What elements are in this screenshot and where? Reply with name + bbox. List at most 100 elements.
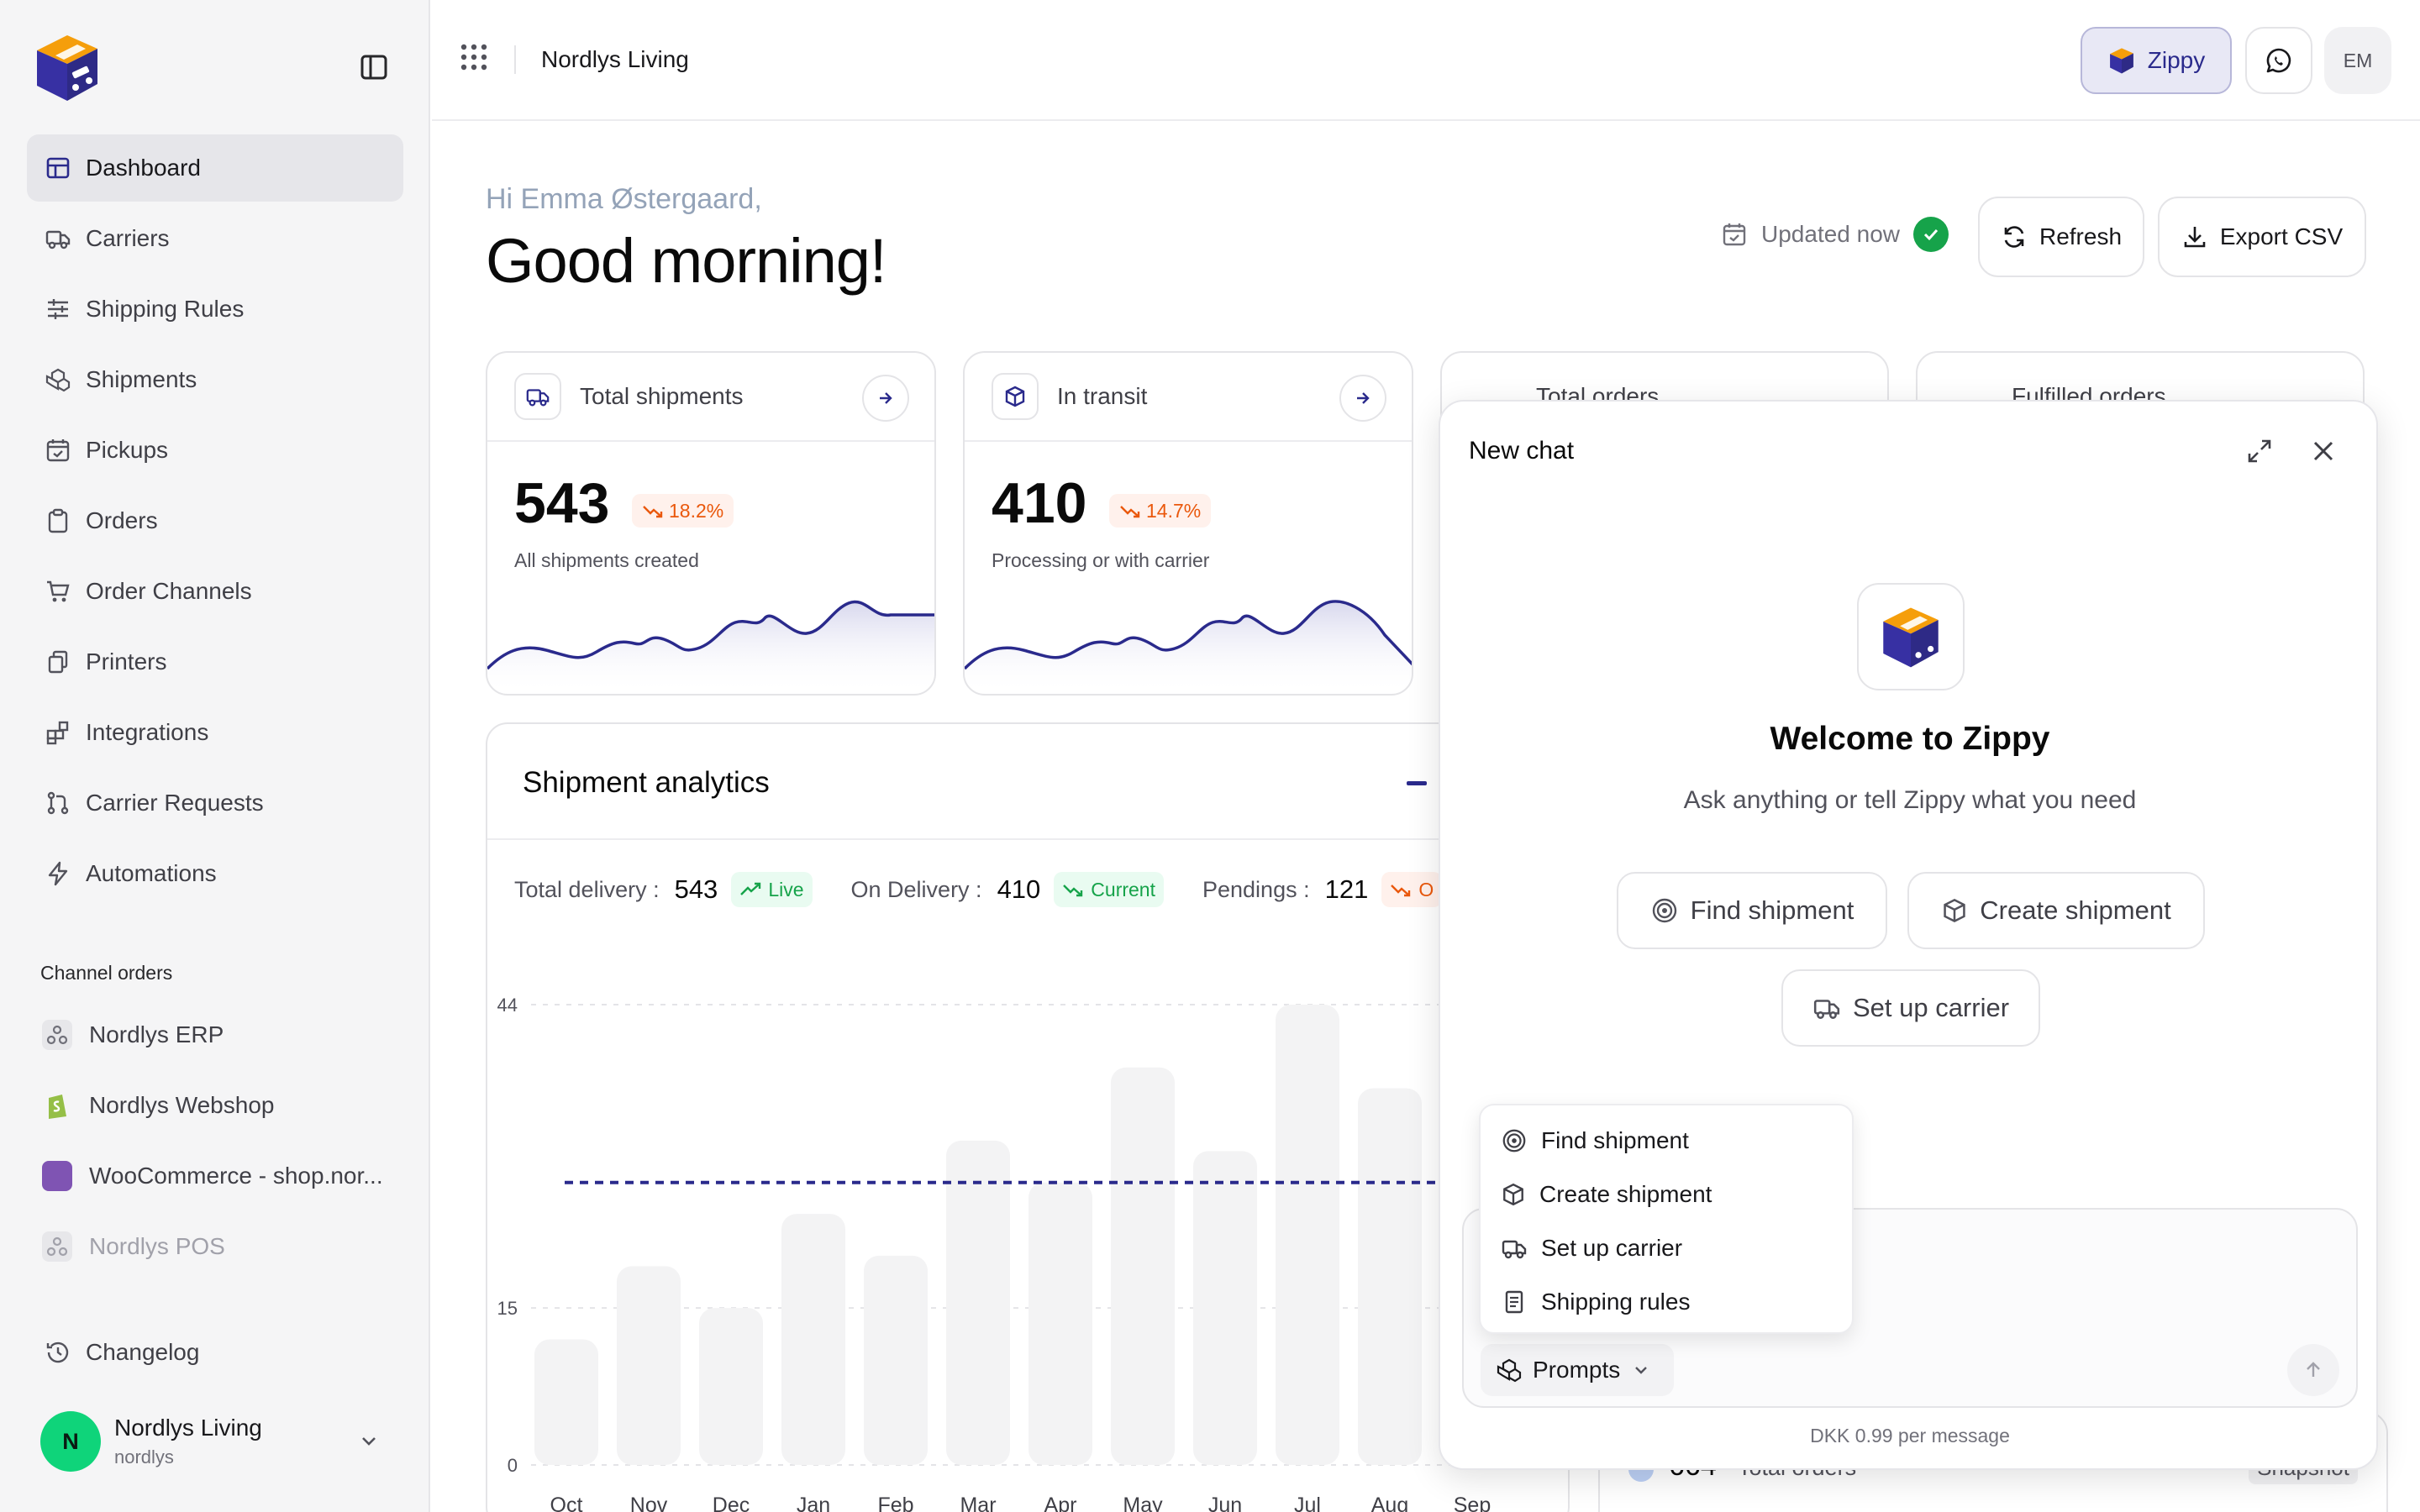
sidebar-item-dashboard[interactable]: Dashboard xyxy=(27,134,403,202)
trend-badge: 18.2% xyxy=(632,494,734,528)
prompts-menu: Find shipment Create shipment Set up car… xyxy=(1479,1104,1854,1334)
woocommerce-icon xyxy=(42,1161,72,1191)
channel-item-nordlys-pos[interactable]: Nordlys POS xyxy=(27,1211,403,1282)
chart-bar xyxy=(1193,1151,1257,1465)
sidebar-item-integrations[interactable]: Integrations xyxy=(27,699,403,766)
chart-bar xyxy=(699,1308,763,1465)
x-tick-label: Aug xyxy=(1371,1494,1408,1512)
close-icon[interactable] xyxy=(2309,437,2338,470)
sidebar-item-order-channels[interactable]: Order Channels xyxy=(27,558,403,625)
sidebar-item-changelog[interactable]: Changelog xyxy=(27,1319,403,1386)
sidebar-item-label: Automations xyxy=(86,860,217,886)
sidebar-item-label: Pickups xyxy=(86,437,169,463)
radar-icon xyxy=(1502,1129,1526,1152)
zippy-button[interactable]: Zippy xyxy=(2081,27,2232,94)
arrow-right-icon[interactable] xyxy=(862,375,909,422)
chat-icon[interactable] xyxy=(2245,27,2312,94)
chart-bar xyxy=(1028,1182,1092,1465)
stat-card-total-shipments[interactable]: Total shipments 543 18.2% All shipments … xyxy=(486,351,936,696)
sidebar-item-label: Carriers xyxy=(86,225,170,251)
boxes-icon xyxy=(44,365,72,394)
updated-label: Updated now xyxy=(1761,221,1901,247)
channel-item-nordlys-webshop[interactable]: Nordlys Webshop xyxy=(27,1070,403,1141)
price-note: DKK 0.99 per message xyxy=(1810,1425,2010,1446)
sidebar-item-carrier-requests[interactable]: Carrier Requests xyxy=(27,769,403,837)
menu-item-find-shipment[interactable]: Find shipment xyxy=(1491,1114,1842,1168)
history-icon xyxy=(44,1338,72,1367)
menu-item-label: Shipping rules xyxy=(1541,1289,1691,1315)
sidebar-item-automations[interactable]: Automations xyxy=(27,840,403,907)
suggestion-find-shipment[interactable]: Find shipment xyxy=(1617,872,1887,949)
chevron-down-icon xyxy=(358,1430,380,1456)
channel-item-woocommerce[interactable]: WooCommerce - shop.nor... xyxy=(27,1141,403,1211)
sidebar-toggle-icon[interactable] xyxy=(360,54,393,82)
cart-icon xyxy=(44,577,72,606)
chart-bar xyxy=(1111,1067,1175,1465)
chart-bar xyxy=(1276,1005,1339,1465)
expand-icon[interactable] xyxy=(2245,437,2274,470)
x-tick-label: Sep xyxy=(1454,1494,1491,1512)
account-switcher[interactable]: N Nordlys Living nordlys xyxy=(27,1398,403,1485)
sparkline xyxy=(965,600,1412,694)
channel-list: Nordlys ERP Nordlys Webshop WooCommerce … xyxy=(27,1000,403,1282)
trend-down-icon xyxy=(1120,506,1140,518)
truck-icon xyxy=(44,224,72,253)
sidebar-item-carriers[interactable]: Carriers xyxy=(27,205,403,272)
channel-label: Nordlys ERP xyxy=(89,1021,224,1047)
greeting-subtitle: Hi Emma Østergaard, xyxy=(486,183,762,215)
org-name: Nordlys Living xyxy=(541,46,689,72)
stat-card-in-transit[interactable]: In transit 410 14.7% Processing or with … xyxy=(963,351,1413,696)
arrow-right-icon[interactable] xyxy=(1339,375,1386,422)
zippy-logo-icon xyxy=(2109,48,2133,74)
sidebar-item-label: Carrier Requests xyxy=(86,790,264,816)
changelog-link[interactable]: Changelog xyxy=(27,1319,403,1389)
sidebar-item-shipping-rules[interactable]: Shipping Rules xyxy=(27,276,403,343)
prompts-dropdown[interactable]: Prompts xyxy=(1481,1344,1674,1396)
account-handle: nordlys xyxy=(114,1446,174,1467)
x-tick-label: Dec xyxy=(713,1494,750,1512)
sidebar-item-shipments[interactable]: Shipments xyxy=(27,346,403,413)
chat-title: New chat xyxy=(1469,437,1575,465)
sidebar-item-label: Integrations xyxy=(86,719,209,745)
sidebar-item-printers[interactable]: Printers xyxy=(27,628,403,696)
suggestion-set-up-carrier[interactable]: Set up carrier xyxy=(1781,969,2040,1047)
prompts-label: Prompts xyxy=(1533,1357,1621,1383)
channel-label: Nordlys Webshop xyxy=(89,1092,275,1118)
menu-item-create-shipment[interactable]: Create shipment xyxy=(1491,1168,1842,1221)
channel-orders-heading: Channel orders xyxy=(40,962,173,984)
chart-bar xyxy=(1358,1088,1422,1465)
chart-bar xyxy=(534,1339,598,1465)
trend-down-icon xyxy=(643,506,663,518)
box-icon xyxy=(992,373,1039,420)
welcome-title: Welcome to Zippy xyxy=(1770,721,2050,757)
y-tick-label: 0 xyxy=(508,1455,518,1476)
menu-item-shipping-rules[interactable]: Shipping rules xyxy=(1491,1275,1842,1329)
webhook-icon xyxy=(42,1020,72,1050)
radar-icon xyxy=(1652,898,1676,923)
channel-item-nordlys-erp[interactable]: Nordlys ERP xyxy=(27,1000,403,1070)
update-status: Updated now xyxy=(1721,217,1949,252)
export-csv-button[interactable]: Export CSV xyxy=(2158,197,2366,277)
menu-item-label: Create shipment xyxy=(1539,1181,1712,1207)
user-avatar[interactable]: EM xyxy=(2324,27,2391,94)
chip-label: Set up carrier xyxy=(1852,993,2010,1022)
zippy-logo-icon xyxy=(1857,583,1965,690)
send-button[interactable] xyxy=(2287,1344,2339,1396)
sidebar: Dashboard Carriers Shipping Rules Shipme… xyxy=(0,0,430,1512)
x-tick-label: Mar xyxy=(960,1494,996,1512)
calendar-icon xyxy=(1723,223,1746,246)
app-grid-icon[interactable] xyxy=(459,42,489,72)
suggestion-create-shipment[interactable]: Create shipment xyxy=(1907,872,2205,949)
chevron-down-icon xyxy=(1635,1367,1648,1374)
sidebar-item-orders[interactable]: Orders xyxy=(27,487,403,554)
sidebar-item-label: Printers xyxy=(86,648,167,675)
app-logo[interactable] xyxy=(30,30,104,104)
sidebar-item-label: Shipping Rules xyxy=(86,296,245,322)
zippy-chat-panel: New chat Welcome to Zippy Ask anything o… xyxy=(1439,400,2378,1470)
refresh-button[interactable]: Refresh xyxy=(1978,197,2144,277)
sidebar-item-pickups[interactable]: Pickups xyxy=(27,417,403,484)
chip-label: Create shipment xyxy=(1980,895,2171,925)
menu-item-set-up-carrier[interactable]: Set up carrier xyxy=(1491,1221,1842,1275)
integrations-icon xyxy=(44,718,72,747)
trend-badge: 14.7% xyxy=(1109,494,1212,528)
